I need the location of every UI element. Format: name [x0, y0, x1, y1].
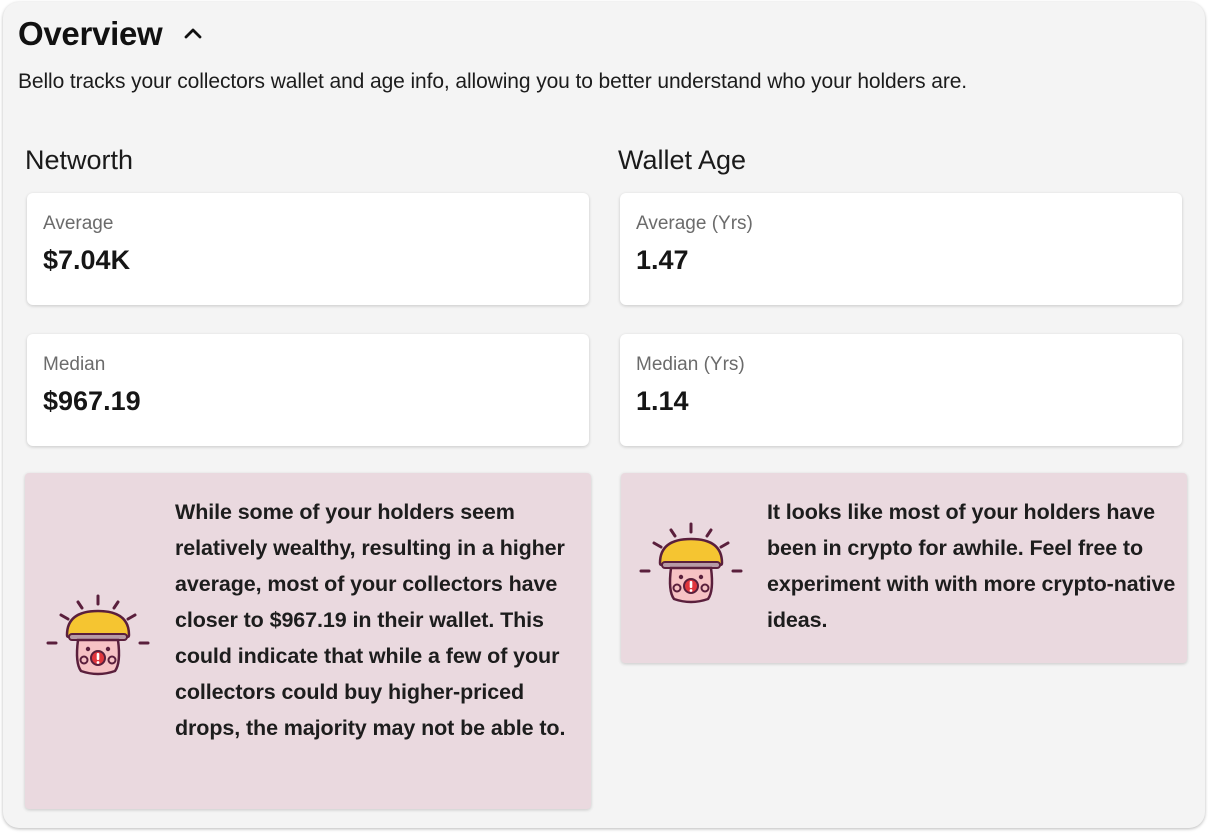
- wallet-age-title: Wallet Age: [618, 145, 747, 175]
- networth-median-card: Median $967.19: [27, 334, 589, 446]
- stat-label: Average: [43, 213, 114, 234]
- mushroom-mascot-icon: [45, 593, 155, 683]
- mushroom-mascot-icon: [638, 521, 748, 611]
- wallet-age-median-card: Median (Yrs) 1.14: [620, 334, 1182, 446]
- stat-value: $967.19: [43, 386, 141, 416]
- networth-average-card: Average $7.04K: [27, 193, 589, 305]
- overview-description: Bello tracks your collectors wallet and …: [18, 70, 968, 93]
- wallet-age-insight-card: It looks like most of your holders have …: [621, 473, 1187, 663]
- overview-panel: Overview Bello tracks your collectors wa…: [3, 2, 1205, 828]
- wallet-age-average-card: Average (Yrs) 1.47: [620, 193, 1182, 305]
- insight-text: While some of your holders seem relative…: [175, 500, 566, 740]
- page-title: Overview: [18, 15, 163, 52]
- networth-insight-card: While some of your holders seem relative…: [25, 473, 591, 809]
- networth-section: Networth Average $7.04K Median $967.19 W…: [25, 142, 591, 809]
- stat-label: Average (Yrs): [636, 213, 753, 234]
- wallet-age-section: Wallet Age Average (Yrs) 1.47 Median (Yr…: [618, 142, 1187, 663]
- stat-value: 1.14: [636, 386, 689, 416]
- stat-value: $7.04K: [43, 245, 131, 275]
- stat-label: Median: [43, 354, 106, 375]
- chevron-up-icon: [184, 28, 202, 39]
- overview-header: Overview: [18, 14, 206, 54]
- stat-value: 1.47: [636, 245, 689, 275]
- collapse-button[interactable]: [180, 21, 206, 47]
- insight-text: It looks like most of your holders have …: [767, 500, 1176, 632]
- stat-label: Median (Yrs): [636, 354, 745, 375]
- networth-title: Networth: [25, 145, 134, 175]
